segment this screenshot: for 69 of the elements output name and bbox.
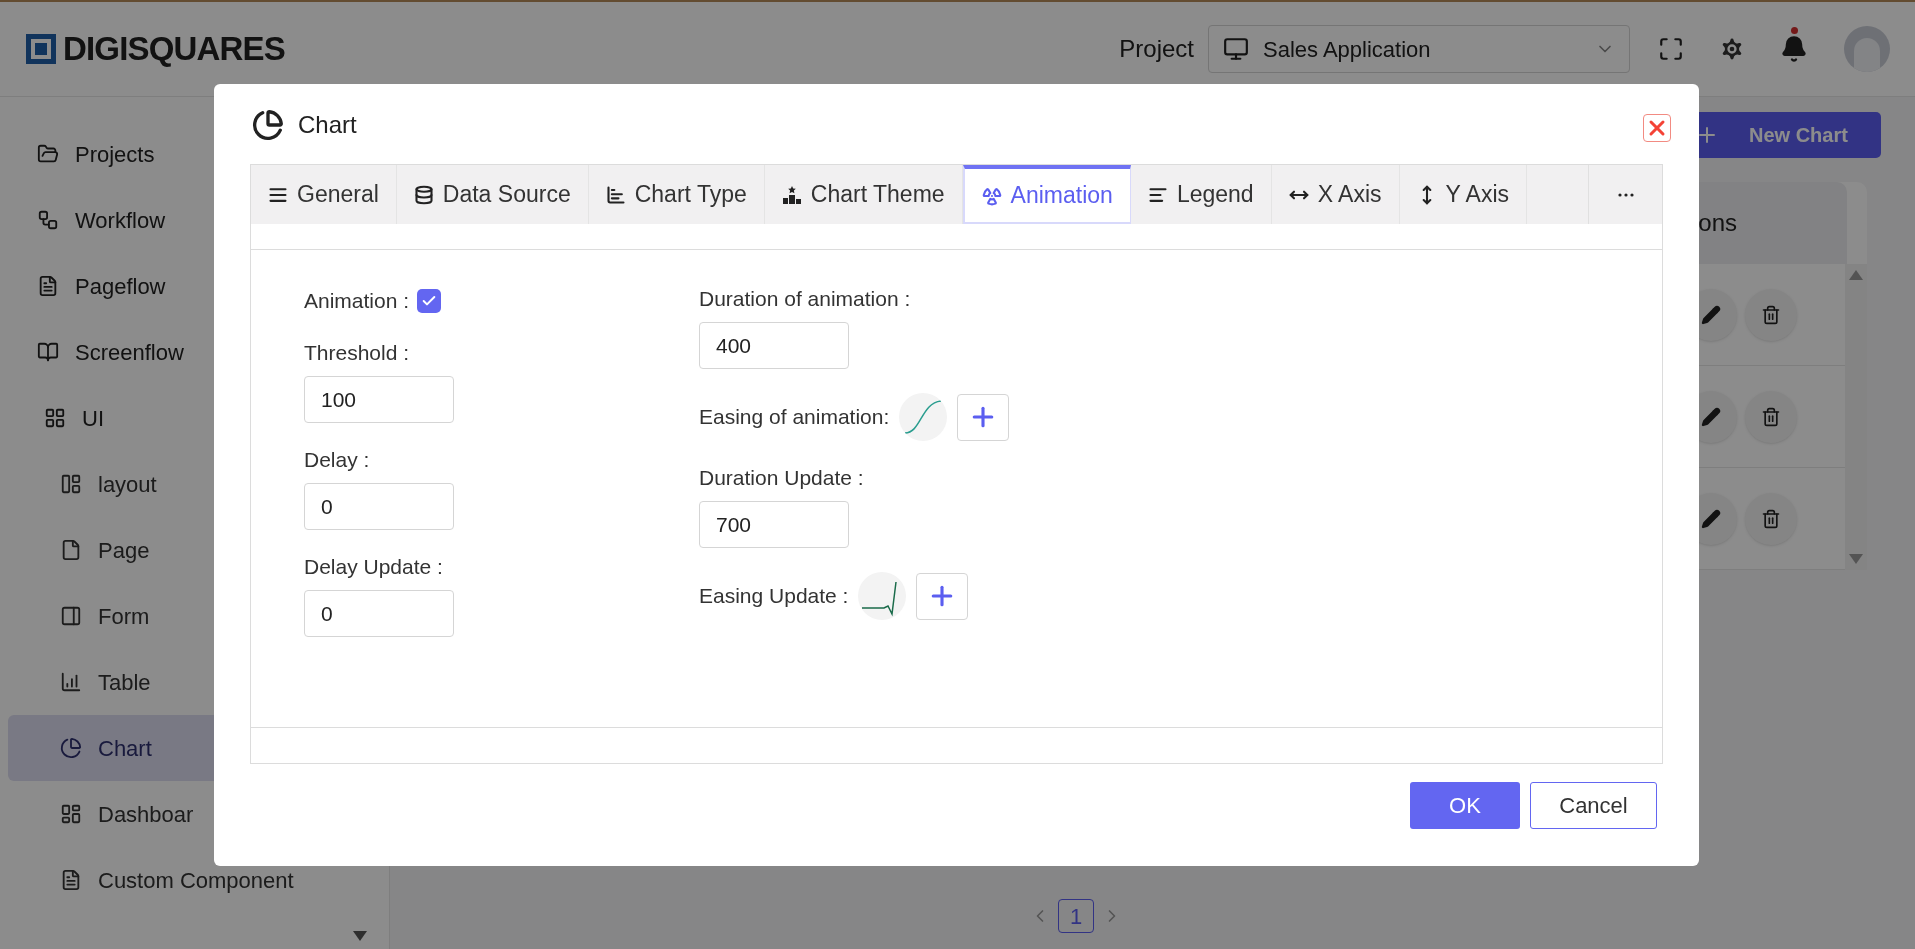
delete-button[interactable] <box>1745 492 1797 545</box>
page-button[interactable]: 1 <box>1058 899 1094 933</box>
delete-button[interactable] <box>1745 390 1797 443</box>
sidebar-icon <box>60 539 82 561</box>
dialog-tab[interactable]: Y Axis <box>1399 165 1528 224</box>
tab-icon <box>413 184 434 205</box>
project-select[interactable]: Sales Application <box>1208 25 1630 73</box>
input-field[interactable]: 400 <box>699 322 849 369</box>
easing-curve-icon <box>858 572 907 620</box>
sidebar-icon <box>60 473 82 495</box>
input-field[interactable]: 700 <box>699 501 849 548</box>
more-icon <box>1617 192 1634 197</box>
delete-button[interactable] <box>1745 288 1797 341</box>
fullscreen-icon[interactable] <box>1658 36 1684 62</box>
trash-icon <box>1761 508 1781 529</box>
pencil-icon <box>1701 406 1721 427</box>
add-button[interactable] <box>957 393 1010 441</box>
sidebar-icon <box>37 143 59 165</box>
sidebar-item[interactable]: Custom Component <box>8 847 381 913</box>
notification-icon[interactable] <box>1780 35 1808 63</box>
close-button[interactable] <box>1643 114 1671 142</box>
chart-pie-icon <box>252 109 284 141</box>
tab-icon <box>981 185 1002 206</box>
sidebar-icon <box>37 341 59 363</box>
add-button[interactable] <box>916 572 969 620</box>
sidebar-icon <box>60 737 82 759</box>
sidebar-icon <box>60 869 82 891</box>
field-label: Animation : <box>304 288 410 315</box>
sidebar-icon <box>60 803 82 825</box>
dialog-tab[interactable]: Chart Theme <box>764 165 963 224</box>
tab-icon <box>781 184 802 205</box>
logo-text: DIGISQUARES <box>63 29 285 70</box>
field-label: Duration of animation : <box>699 286 912 312</box>
sidebar-item[interactable]: Table <box>8 649 381 715</box>
sidebar-icon <box>60 605 82 627</box>
field-label: Duration Update : <box>699 465 865 491</box>
dialog-tab[interactable]: Chart Type <box>588 165 765 224</box>
ok-button[interactable]: OK <box>1410 782 1520 829</box>
dialog-tab[interactable]: Animation <box>962 165 1131 224</box>
input-field[interactable]: 100 <box>304 376 454 423</box>
logo-icon <box>25 33 57 65</box>
field-label: Delay : <box>304 447 371 473</box>
sidebar-icon <box>37 275 59 297</box>
field-label: Threshold : <box>304 340 411 366</box>
dialog-title: Chart <box>298 110 357 140</box>
dialog-tab[interactable]: General <box>251 165 397 224</box>
field-label: Easing of animation: <box>699 404 890 431</box>
dialog-tab[interactable]: Legend <box>1130 165 1272 224</box>
trash-icon <box>1761 406 1781 427</box>
input-field[interactable]: 0 <box>304 483 454 530</box>
tab-icon <box>605 184 626 205</box>
sidebar-icon <box>44 407 66 429</box>
field-label: Easing Update : <box>699 583 849 610</box>
project-label: Project <box>1119 34 1194 64</box>
input-field[interactable]: 0 <box>304 590 454 637</box>
dialog-tab[interactable]: X Axis <box>1271 165 1400 224</box>
sidebar-icon <box>60 671 82 693</box>
monitor-icon <box>1223 36 1249 62</box>
easing-curve-icon <box>899 393 948 441</box>
pencil-icon <box>1701 508 1721 529</box>
animation-checkbox[interactable] <box>417 289 442 313</box>
cancel-button[interactable]: Cancel <box>1530 782 1657 829</box>
sidebar-item[interactable]: Dashboar <box>8 781 381 847</box>
sidebar-icon <box>37 209 59 231</box>
trash-icon <box>1761 304 1781 325</box>
dialog-tab[interactable]: Data Source <box>396 165 589 224</box>
scroll-down-icon[interactable] <box>353 931 367 941</box>
field-label: Delay Update : <box>304 554 444 580</box>
pencil-icon <box>1701 304 1721 325</box>
